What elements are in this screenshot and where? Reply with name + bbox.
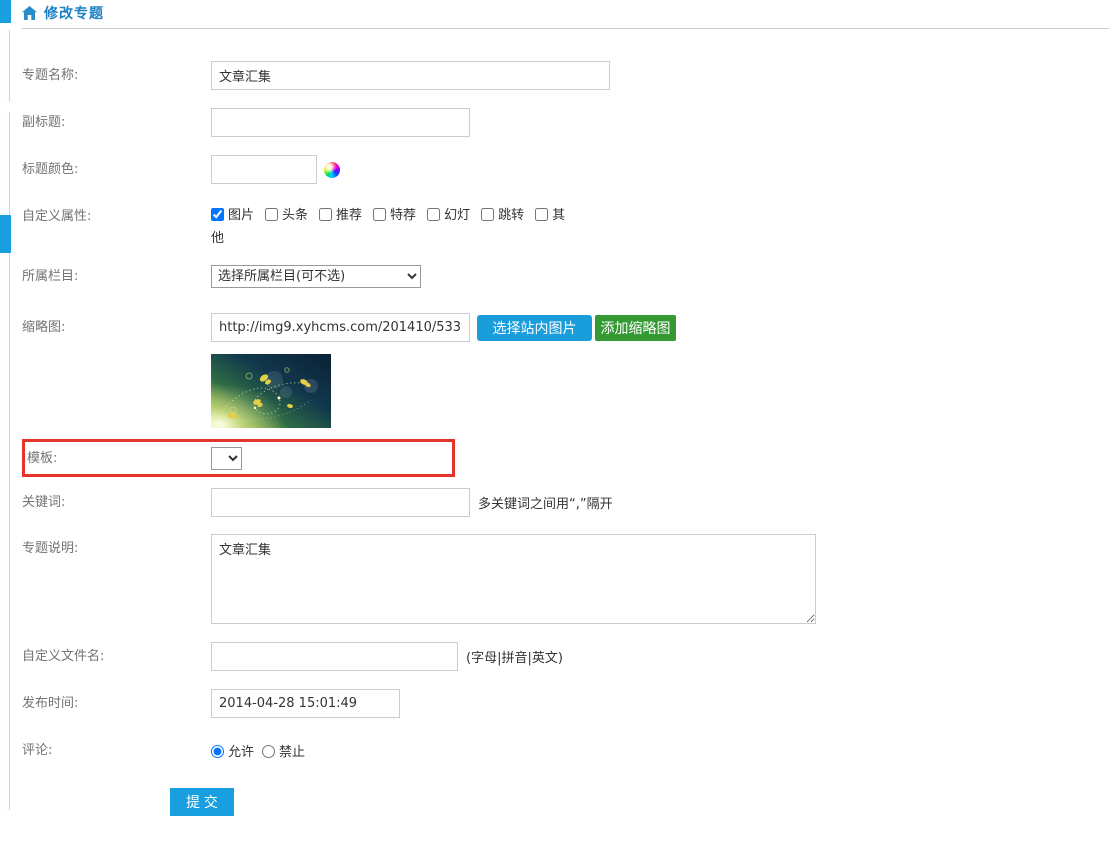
- keywords-input[interactable]: [211, 488, 470, 517]
- rail-header-block: [0, 0, 11, 23]
- checkbox-jump[interactable]: 跳转: [481, 208, 524, 223]
- publish-time-label: 发布时间:: [22, 690, 211, 717]
- thumbnail-preview-image: [211, 354, 331, 428]
- comments-label: 评论:: [22, 737, 211, 764]
- filename-hint: (字母|拼音|英文): [466, 647, 563, 666]
- topic-name-label: 专题名称:: [22, 62, 211, 89]
- filename-input[interactable]: [211, 642, 458, 671]
- attributes-checkbox-group: 图片头条推荐特荐幻灯跳转其他: [211, 202, 581, 250]
- rail-scrollbar-thumb[interactable]: [0, 215, 11, 253]
- template-label: 模板:: [27, 445, 211, 472]
- page-header: 修改专题: [22, 3, 104, 23]
- thumbnail-url-input[interactable]: [211, 313, 470, 342]
- template-select[interactable]: [211, 447, 242, 470]
- radio-allow[interactable]: 允许: [211, 741, 254, 760]
- publish-time-input[interactable]: [211, 689, 400, 718]
- checkbox-recommend[interactable]: 推荐: [319, 208, 362, 223]
- subtitle-input[interactable]: [211, 108, 470, 137]
- row-thumbnail: 缩略图: 选择站内图片 添加缩略图: [22, 313, 1102, 428]
- row-comments: 评论: 允许 禁止: [22, 737, 1102, 764]
- row-attributes: 自定义属性: 图片头条推荐特荐幻灯跳转其他: [22, 202, 1102, 250]
- description-label: 专题说明:: [22, 534, 211, 563]
- subtitle-label: 副标题:: [22, 109, 211, 136]
- keywords-label: 关键词:: [22, 489, 211, 516]
- checkbox-slide[interactable]: 幻灯: [427, 208, 470, 223]
- category-select[interactable]: 选择所属栏目(可不选): [211, 265, 421, 288]
- title-color-label: 标题颜色:: [22, 156, 211, 183]
- row-publish-time: 发布时间:: [22, 689, 1102, 718]
- checkbox-special[interactable]: 特荐: [373, 208, 416, 223]
- row-keywords: 关键词: 多关键词之间用“,”隔开: [22, 488, 1102, 517]
- topic-name-input[interactable]: [211, 61, 610, 90]
- title-color-input[interactable]: [211, 155, 317, 184]
- row-description: 专题说明: 文章汇集: [22, 534, 1102, 624]
- add-thumbnail-button[interactable]: 添加缩略图: [595, 315, 676, 341]
- thumbnail-label: 缩略图:: [22, 313, 211, 342]
- header-divider: [22, 28, 1109, 29]
- checkbox-image[interactable]: 图片: [211, 208, 254, 223]
- attributes-label: 自定义属性:: [22, 202, 211, 231]
- rail-track-top: [0, 30, 10, 102]
- row-template-highlighted: 模板:: [22, 439, 455, 477]
- home-icon: [22, 6, 37, 20]
- color-picker-icon[interactable]: [324, 162, 340, 178]
- edit-topic-form: 专题名称: 副标题: 标题颜色: 自定义属性: 图片头条推荐特荐幻灯跳转其他 所…: [22, 61, 1102, 816]
- description-textarea[interactable]: 文章汇集: [211, 534, 816, 624]
- checkbox-headline[interactable]: 头条: [265, 208, 308, 223]
- filename-label: 自定义文件名:: [22, 643, 211, 670]
- thumbnail-field: 选择站内图片 添加缩略图: [211, 313, 676, 428]
- row-title-color: 标题颜色:: [22, 155, 1102, 184]
- radio-forbid[interactable]: 禁止: [262, 741, 305, 760]
- row-topic-name: 专题名称:: [22, 61, 1102, 90]
- keywords-hint: 多关键词之间用“,”隔开: [478, 493, 613, 512]
- pick-site-image-button[interactable]: 选择站内图片: [477, 315, 592, 341]
- submit-button[interactable]: 提 交: [170, 788, 234, 816]
- left-rail: [0, 0, 11, 842]
- row-subtitle: 副标题:: [22, 108, 1102, 137]
- row-category: 所属栏目: 选择所属栏目(可不选): [22, 263, 1102, 290]
- row-submit: 提 交: [22, 788, 1102, 816]
- row-filename: 自定义文件名: (字母|拼音|英文): [22, 642, 1102, 671]
- category-label: 所属栏目:: [22, 263, 211, 290]
- page-title: 修改专题: [44, 3, 104, 23]
